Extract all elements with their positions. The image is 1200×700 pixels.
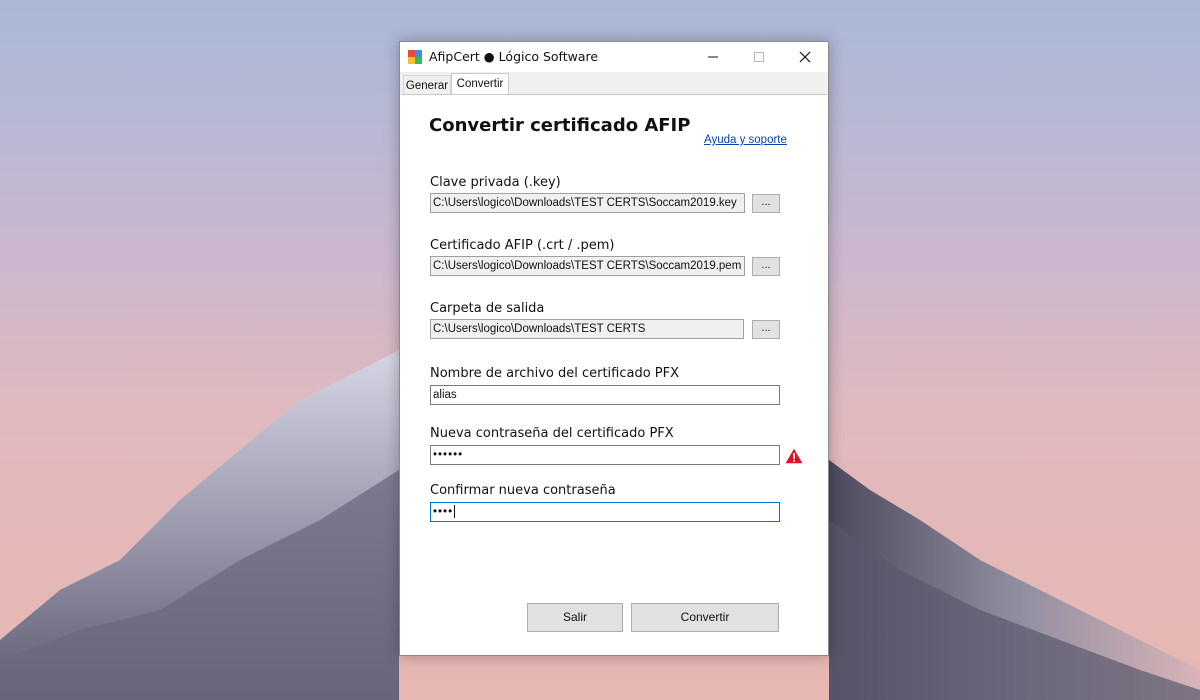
window-title: AfipCert ● Lógico Software xyxy=(429,49,599,64)
exit-button[interactable]: Salir xyxy=(527,603,623,632)
confirm-password-input[interactable]: •••• xyxy=(430,502,780,522)
app-icon xyxy=(408,50,422,64)
app-window: AfipCert ● Lógico Software Generar Conve… xyxy=(399,41,829,656)
browse-private-key-button[interactable]: ... xyxy=(752,194,780,213)
warning-triangle-icon xyxy=(785,448,803,464)
browse-certificate-button[interactable]: ... xyxy=(752,257,780,276)
output-folder-field[interactable]: C:\Users\logico\Downloads\TEST CERTS xyxy=(430,319,744,339)
close-icon xyxy=(799,51,811,63)
help-link[interactable]: Ayuda y soporte xyxy=(704,134,787,146)
page-title: Convertir certificado AFIP xyxy=(429,115,691,136)
pfx-name-label: Nombre de archivo del certificado PFX xyxy=(430,366,680,381)
maximize-button[interactable] xyxy=(736,42,782,72)
confirm-password-label: Confirmar nueva contraseña xyxy=(430,483,616,498)
close-button[interactable] xyxy=(782,42,828,72)
pfx-name-input[interactable]: alias xyxy=(430,385,780,405)
new-password-input[interactable]: •••••• xyxy=(430,445,780,465)
browse-output-folder-button[interactable]: ... xyxy=(752,320,780,339)
certificate-field[interactable]: C:\Users\logico\Downloads\TEST CERTS\Soc… xyxy=(430,256,745,276)
convert-button[interactable]: Convertir xyxy=(631,603,779,632)
tab-generar[interactable]: Generar xyxy=(403,75,451,95)
minimize-button[interactable] xyxy=(690,42,736,72)
private-key-label: Clave privada (.key) xyxy=(430,175,561,190)
tab-strip: Generar Convertir xyxy=(400,72,828,95)
tab-convertir[interactable]: Convertir xyxy=(451,73,509,95)
private-key-field[interactable]: C:\Users\logico\Downloads\TEST CERTS\Soc… xyxy=(430,193,745,213)
confirm-password-value: •••• xyxy=(433,506,454,518)
text-caret xyxy=(454,505,456,519)
title-bar[interactable]: AfipCert ● Lógico Software xyxy=(400,42,828,72)
new-password-label: Nueva contraseña del certificado PFX xyxy=(430,426,674,441)
minimize-icon xyxy=(708,56,718,58)
maximize-icon xyxy=(754,52,764,62)
certificate-label: Certificado AFIP (.crt / .pem) xyxy=(430,238,615,253)
output-folder-label: Carpeta de salida xyxy=(430,301,545,316)
